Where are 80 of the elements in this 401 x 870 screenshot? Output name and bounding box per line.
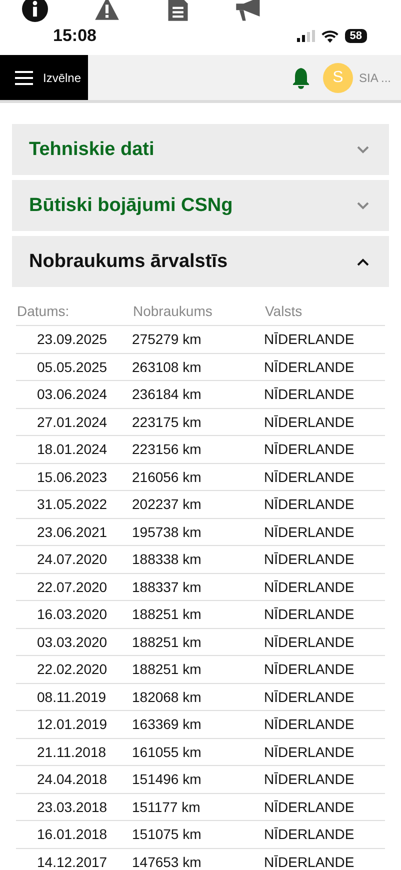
table-cell: NĪDERLANDE [264,573,385,600]
table-cell: 23.09.2025 [16,326,132,353]
table-cell: 12.01.2019 [16,710,132,738]
table-cell: 163369 km [132,710,264,738]
accordion-header[interactable]: Tehniskie dati [12,124,389,175]
table-cell: 16.01.2018 [16,820,132,848]
table-cell: NĪDERLANDE [264,408,385,436]
chevron-down-icon [357,202,369,210]
table-cell: 223156 km [132,436,264,463]
table-cell: 195738 km [132,518,264,546]
warning-icon[interactable] [92,0,122,22]
table-cell: 147653 km [132,848,264,870]
table-cell: NĪDERLANDE [264,600,385,628]
table-cell: 182068 km [132,683,264,710]
table-cell: 16.03.2020 [16,600,132,628]
signal-icon [296,30,315,42]
status-time: 15:08 [53,26,96,46]
table-cell: 03.06.2024 [16,380,132,408]
table-cell: 236184 km [132,380,264,408]
table-cell: 188251 km [132,628,264,656]
table-cell: NĪDERLANDE [264,546,385,573]
column-header: Valsts [264,297,385,326]
table-cell: 21.11.2018 [16,738,132,766]
table-cell: NĪDERLANDE [264,766,385,793]
table-cell: NĪDERLANDE [264,656,385,683]
table-cell: 27.01.2024 [16,408,132,436]
accordion-header[interactable]: Nobraukums ārvalstīs [12,236,389,287]
table-cell: 22.07.2020 [16,573,132,600]
wifi-icon [320,30,339,42]
table-cell: NĪDERLANDE [264,710,385,738]
table-cell: 263108 km [132,353,264,380]
table-cell: 18.01.2024 [16,436,132,463]
table-cell: 188338 km [132,546,264,573]
table-cell: NĪDERLANDE [264,326,385,353]
table-cell: 151177 km [132,793,264,820]
menu-button[interactable]: Izvēlne [0,55,88,100]
table-cell: 151075 km [132,820,264,848]
table-cell: NĪDERLANDE [264,518,385,546]
table-cell: 202237 km [132,490,264,518]
table-cell: 188251 km [132,656,264,683]
table-cell: 23.03.2018 [16,793,132,820]
column-header: Nobraukums [132,297,264,326]
menu-icon [15,70,33,84]
table-cell: NĪDERLANDE [264,628,385,656]
table-cell: 23.06.2021 [16,518,132,546]
table-cell: NĪDERLANDE [264,738,385,766]
table-cell: 05.05.2025 [16,353,132,380]
table-cell: 31.05.2022 [16,490,132,518]
column-header: Datums: [16,297,132,326]
table-cell: 15.06.2023 [16,463,132,490]
table-cell: 08.11.2019 [16,683,132,710]
table-cell: NĪDERLANDE [264,463,385,490]
table-cell: 223175 km [132,408,264,436]
table-cell: NĪDERLANDE [264,793,385,820]
accordion-header[interactable]: Būtiski bojājumi CSNg [12,180,389,231]
table-cell: 161055 km [132,738,264,766]
table-cell: 03.03.2020 [16,628,132,656]
table-cell: 188251 km [132,600,264,628]
table-cell: NĪDERLANDE [264,380,385,408]
table-cell: NĪDERLANDE [264,490,385,518]
document-icon[interactable] [166,0,190,22]
table-cell: 24.04.2018 [16,766,132,793]
info-icon[interactable] [22,0,48,22]
table-cell: NĪDERLANDE [264,436,385,463]
table-cell: NĪDERLANDE [264,848,385,870]
table-cell: 24.07.2020 [16,546,132,573]
chevron-down-icon [357,146,369,154]
table-cell: 275279 km [132,326,264,353]
notification-bell-icon[interactable] [290,66,311,88]
battery-indicator: 58 [344,29,367,43]
table-cell: 22.02.2020 [16,656,132,683]
table-cell: 216056 km [132,463,264,490]
table-cell: NĪDERLANDE [264,820,385,848]
table-cell: 14.12.2017 [16,848,132,870]
table-cell: NĪDERLANDE [264,353,385,380]
table-cell: 188337 km [132,573,264,600]
account-name[interactable]: SIA ... [358,70,391,84]
table-cell: 151496 km [132,766,264,793]
chevron-up-icon [357,258,369,266]
table-cell: NĪDERLANDE [264,683,385,710]
